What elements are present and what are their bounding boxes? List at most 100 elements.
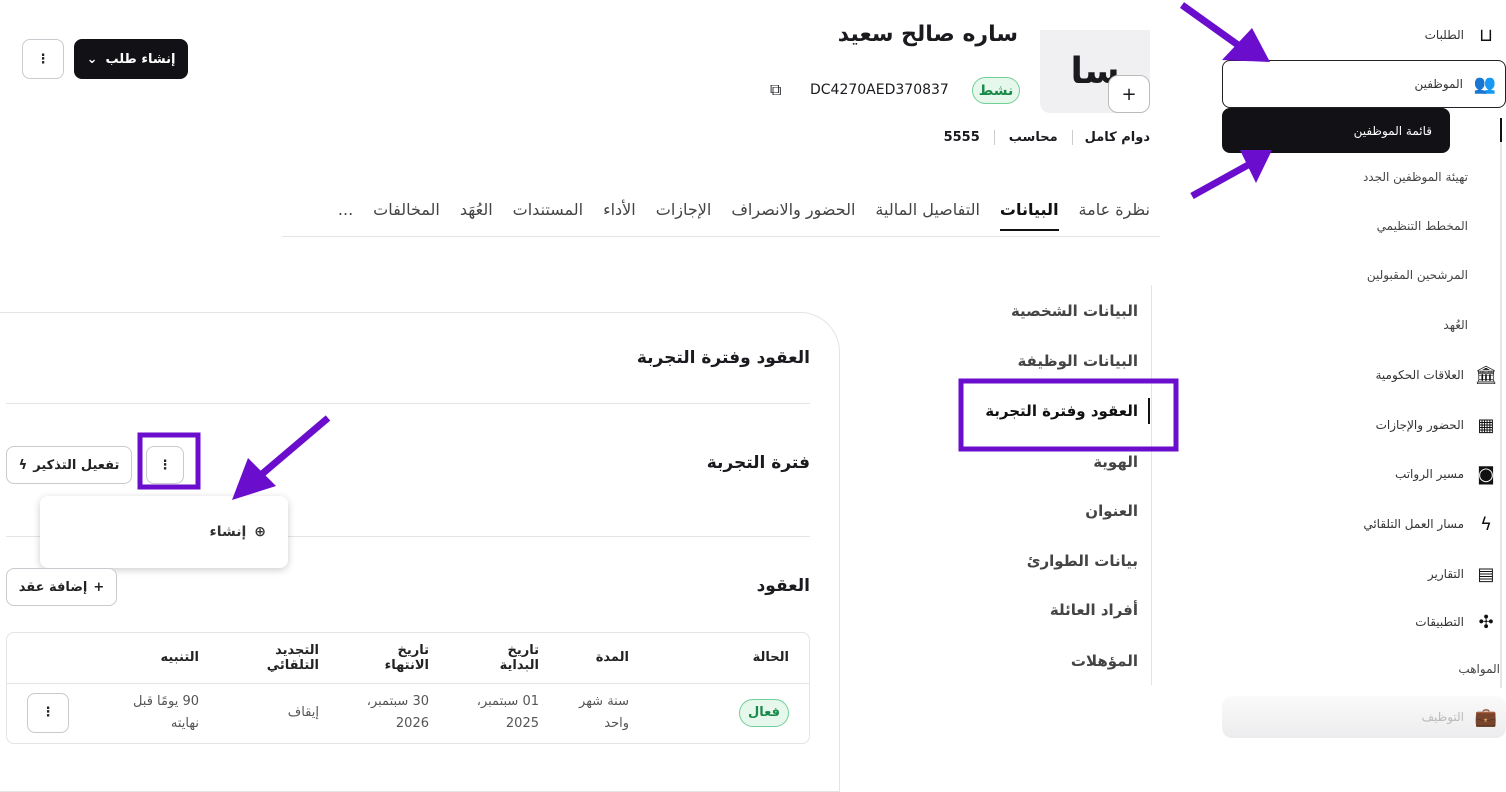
cell-alert: 90 يومًا قبل نهايته (132, 694, 199, 732)
tab-data[interactable]: البيانات (999, 200, 1059, 231)
sidebar-sub-onboarding[interactable]: تهيئة الموظفين الجدد (1363, 170, 1468, 184)
label: التطبيقات (1415, 615, 1464, 629)
col-actions (7, 633, 109, 684)
table-row: فعال سنة شهر واحد 01 سبتمبر، 2025 30 سبت… (7, 683, 809, 743)
subnav-family[interactable]: أفراد العائلة (1050, 601, 1138, 619)
subnav-address[interactable]: العنوان (1085, 502, 1138, 520)
more-options-button[interactable]: ⋮ (22, 39, 64, 79)
label: إنشاء طلب (105, 51, 176, 67)
label: إضافة عقد (18, 579, 88, 595)
report-icon: ▤ (1477, 563, 1495, 585)
tabs-divider (282, 236, 1160, 237)
contracts-title: العقود (756, 576, 810, 596)
status-badge: نشط (972, 77, 1020, 104)
more-vertical-icon: ⋮ (158, 457, 172, 473)
cash-icon: ◙ (1477, 463, 1495, 485)
sidebar-item-government[interactable]: 🏛 العلاقات الحكومية (1222, 352, 1506, 398)
briefcase-icon: 💼 (1474, 706, 1498, 728)
bank-icon: 🏛 (1474, 364, 1498, 386)
label: تفعيل التذكير (33, 457, 120, 473)
subnav-qualifications[interactable]: المؤهلات (1071, 652, 1138, 670)
tab-attendance[interactable]: الحضور والانصراف (731, 200, 855, 231)
tab-documents[interactable]: المستندات (513, 200, 583, 231)
sidebar-item-payroll[interactable]: ◙ مسير الرواتب (1222, 451, 1506, 497)
col-start: تاريخ البداية (449, 633, 559, 684)
sidebar-sub-employee-list[interactable]: قائمة الموظفين (1222, 108, 1450, 153)
bolt-icon: ϟ (1480, 513, 1492, 535)
tab-custody[interactable]: العُهَد (460, 200, 493, 231)
label: الطلبات (1424, 28, 1464, 42)
chevron-down-icon: ⌄ (86, 51, 98, 67)
sidebar-item-requests[interactable]: ⊔ الطلبات (1222, 12, 1506, 58)
tab-violations[interactable]: المخالفات (373, 200, 440, 231)
status-badge: فعال (738, 699, 789, 728)
label: العلاقات الحكومية (1375, 368, 1465, 382)
sidebar-item-employees[interactable]: 👥 الموظفين (1222, 60, 1506, 108)
probation-title: فترة التجربة (706, 453, 810, 473)
job-title: محاسب (993, 130, 1072, 145)
enable-reminder-button[interactable]: تفعيل التذكير ϟ (6, 446, 132, 484)
label: التوظيف (1421, 710, 1464, 724)
label: التقارير (1427, 567, 1464, 581)
more-vertical-icon: ⋮ (41, 705, 55, 721)
row-more-button[interactable]: ⋮ (27, 693, 69, 734)
add-contract-button[interactable]: + إضافة عقد (6, 568, 117, 606)
label: مسار العمل التلقائي (1363, 517, 1464, 531)
probation-more-button[interactable]: ⋮ (146, 446, 184, 484)
tab-leaves[interactable]: الإجازات (656, 200, 712, 231)
cell-duration: سنة شهر واحد (579, 694, 629, 732)
label: مسير الرواتب (1394, 467, 1464, 481)
sidebar-item-apps[interactable]: ✣ التطبيقات (1222, 599, 1506, 645)
bolt-icon: ϟ (18, 457, 28, 473)
col-alert: التنبيه (109, 633, 219, 684)
subnav-personal[interactable]: البيانات الشخصية (1011, 302, 1138, 320)
sidebar-sub-custody[interactable]: العُهد (1443, 318, 1468, 332)
tab-more[interactable]: ... (338, 200, 353, 231)
sidebar-item-workflow[interactable]: ϟ مسار العمل التلقائي (1222, 501, 1506, 547)
tab-performance[interactable]: الأداء (603, 200, 636, 231)
sidebar-sub-candidates[interactable]: المرشحين المقبولين (1367, 268, 1468, 282)
contracts-table: الحالة المدة تاريخ البداية تاريخ الانتها… (6, 632, 810, 744)
plus-circle-icon: ⊕ (254, 524, 266, 540)
label: الحضور والإجازات (1375, 418, 1464, 432)
plus-icon: + (93, 579, 105, 595)
card-title: العقود وفترة التجربة (636, 348, 810, 368)
create-request-button[interactable]: إنشاء طلب ⌄ (74, 39, 188, 79)
sidebar-sub-org-chart[interactable]: المخطط التنظيمي (1377, 219, 1468, 233)
employee-meta: دوام كامل محاسب 5555 (930, 130, 1150, 145)
cell-auto-renew: إيقاف (287, 705, 319, 721)
puzzle-icon: ✣ (1478, 611, 1494, 633)
table-header: الحالة المدة تاريخ البداية تاريخ الانتها… (7, 633, 809, 684)
subnav-line (1151, 285, 1152, 685)
col-auto-renew: التجديد التلقائي (219, 633, 339, 684)
subnav-active-indicator (1148, 398, 1150, 424)
subnav-contracts[interactable]: العقود وفترة التجربة (985, 402, 1138, 420)
label: الموظفين (1414, 77, 1463, 91)
label: قائمة الموظفين (1353, 123, 1432, 138)
tab-financial[interactable]: التفاصيل المالية (875, 200, 979, 231)
sidebar: ⊔ الطلبات 👥 الموظفين قائمة الموظفين تهيئة … (1206, 0, 1506, 768)
cell-start: 01 سبتمبر، 2025 (476, 694, 539, 732)
employment-type: دوام كامل (1071, 130, 1150, 145)
add-photo-button[interactable]: + (1108, 75, 1150, 113)
users-icon: 👥 (1473, 73, 1497, 95)
employee-number: 5555 (943, 130, 980, 145)
inbox-icon: ⊔ (1478, 24, 1494, 46)
subnav-emergency[interactable]: بيانات الطوارئ (1027, 552, 1138, 570)
tab-overview[interactable]: نظرة عامة (1079, 200, 1150, 231)
employee-name: ساره صالح سعيد (837, 22, 1018, 47)
sidebar-section-talents: المواهب (1458, 662, 1500, 676)
create-dropdown-item[interactable]: ⊕ إنشاء (40, 496, 288, 568)
copy-icon[interactable]: ⧉ (770, 80, 781, 100)
sidebar-item-reports[interactable]: ▤ التقارير (1222, 551, 1506, 597)
tabs: نظرة عامة البيانات التفاصيل المالية الحض… (338, 200, 1150, 231)
subnav-job[interactable]: البيانات الوظيفة (1017, 352, 1138, 370)
divider (6, 403, 810, 404)
col-end: تاريخ الانتهاء (339, 633, 449, 684)
sidebar-item-recruitment[interactable]: 💼 التوظيف (1222, 696, 1506, 738)
sidebar-item-attendance[interactable]: ▦ الحضور والإجازات (1222, 402, 1506, 448)
subnav-identity[interactable]: الهوية (1093, 453, 1138, 471)
more-vertical-icon: ⋮ (36, 51, 50, 67)
col-duration: المدة (559, 633, 649, 684)
label: إنشاء (209, 524, 247, 540)
